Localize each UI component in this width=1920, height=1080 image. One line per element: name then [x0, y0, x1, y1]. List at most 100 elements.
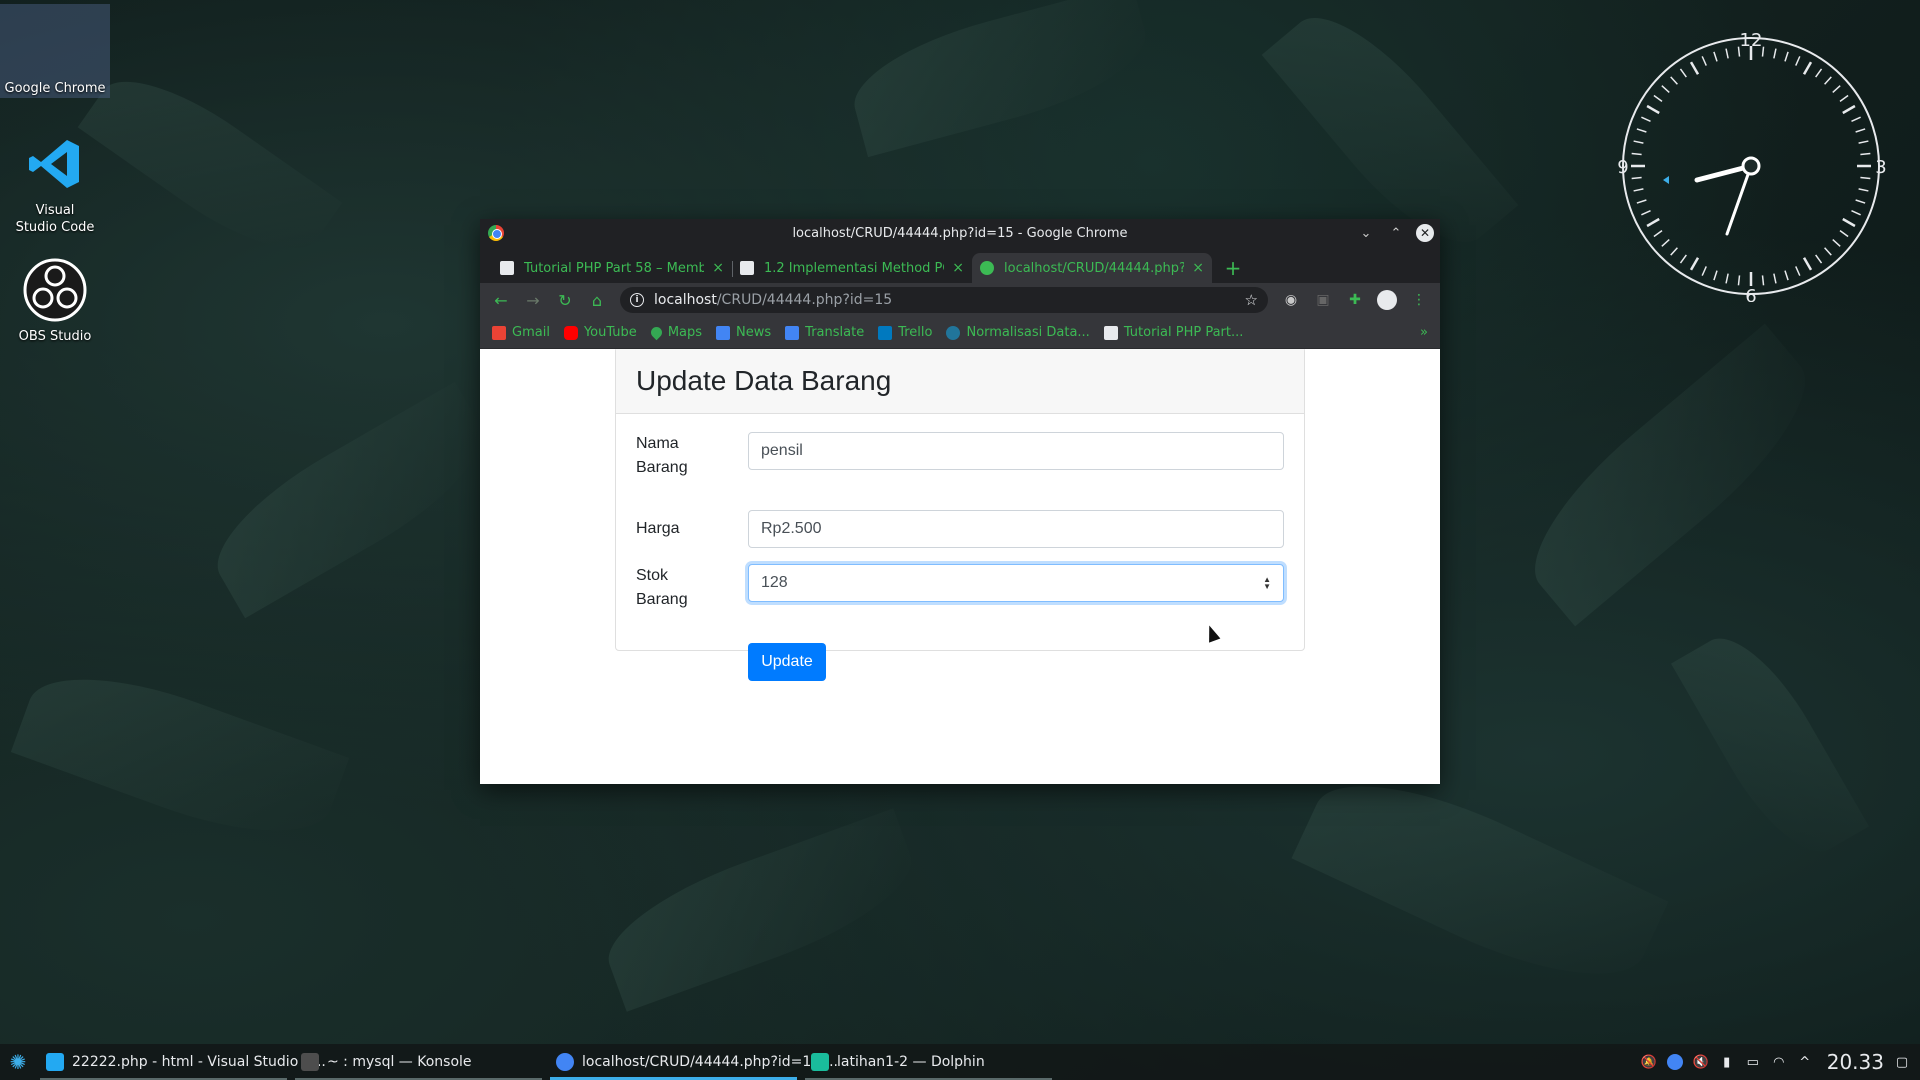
- clock-tick: [1773, 273, 1777, 284]
- translate-extension-icon[interactable]: ▣: [1310, 287, 1336, 313]
- notifications-muted-icon[interactable]: 🔕: [1641, 1054, 1657, 1070]
- bookmark-normalisasi[interactable]: Normalisasi Data...: [946, 325, 1090, 340]
- chrome-tray-icon[interactable]: [1666, 1054, 1683, 1070]
- clock-tick: [1636, 128, 1647, 133]
- clock-tick: [1855, 128, 1866, 133]
- clock-tick: [1824, 76, 1832, 85]
- task-vscode[interactable]: 22222.php - html - Visual Studio C...: [36, 1044, 326, 1080]
- card-title: Update Data Barang: [616, 349, 1304, 414]
- news-icon: [716, 325, 731, 340]
- bookmark-tutorial-php[interactable]: Tutorial PHP Part...: [1103, 325, 1243, 340]
- tab-implementasi-method[interactable]: 1.2 Implementasi Method PC ×: [732, 253, 972, 283]
- desktop-icon-chrome[interactable]: Google Chrome: [0, 4, 110, 98]
- task-chrome[interactable]: localhost/CRUD/44444.php?id=15 ...: [546, 1044, 838, 1080]
- volume-muted-icon[interactable]: 🔇: [1693, 1054, 1709, 1070]
- page-viewport: Update Data Barang Nama Barang pensil Ha…: [480, 349, 1440, 784]
- tab-localhost-crud[interactable]: localhost/CRUD/44444.php?id ×: [972, 253, 1212, 283]
- bookmark-gmail[interactable]: Gmail: [492, 325, 550, 340]
- clock-tick: [1784, 51, 1789, 62]
- taskbar-clock[interactable]: 20.33: [1827, 1050, 1884, 1074]
- clock-tick: [1641, 210, 1651, 216]
- clock-tick: [1784, 270, 1789, 281]
- window-titlebar[interactable]: localhost/CRUD/44444.php?id=15 - Google …: [480, 219, 1440, 247]
- clock-numeral-6: 6: [1745, 286, 1756, 302]
- maps-pin-icon: [648, 324, 665, 341]
- display-icon[interactable]: ▭: [1745, 1054, 1761, 1070]
- folder-icon: [811, 1053, 829, 1071]
- tab-close-icon[interactable]: ×: [952, 260, 964, 276]
- tab-close-icon[interactable]: ×: [712, 260, 724, 276]
- desktop-icon-obs[interactable]: OBS Studio: [0, 258, 110, 345]
- browser-toolbar: ← → ↻ ⌂ i localhost/CRUD/44444.php?id=15…: [480, 283, 1440, 317]
- site-info-icon[interactable]: i: [630, 293, 644, 307]
- nama-barang-input[interactable]: pensil: [748, 432, 1284, 470]
- clock-tick: [1824, 247, 1832, 256]
- bookmarks-overflow-chevron[interactable]: »: [1420, 325, 1428, 340]
- vscode-icon: [46, 1053, 64, 1071]
- stok-barang-label: Stok Barang: [636, 567, 688, 608]
- battery-icon[interactable]: ▮: [1719, 1054, 1735, 1070]
- document-favicon-icon: [740, 261, 754, 275]
- chrome-icon: [23, 10, 87, 74]
- harga-input[interactable]: Rp2.500: [748, 510, 1284, 548]
- window-title: localhost/CRUD/44444.php?id=15 - Google …: [792, 225, 1128, 241]
- bookmark-news[interactable]: News: [716, 325, 771, 340]
- terminal-icon: [301, 1053, 319, 1071]
- reload-icon[interactable]: ↻: [552, 287, 578, 313]
- clock-tick: [1855, 199, 1866, 204]
- wifi-icon[interactable]: ◠: [1771, 1054, 1787, 1070]
- analog-clock-widget: 12 3 6 9: [1615, 30, 1887, 307]
- clock-tick: [1679, 68, 1687, 78]
- bookmark-translate[interactable]: Translate: [785, 325, 864, 340]
- desktop-icon-vscode[interactable]: Visual Studio Code: [0, 132, 110, 236]
- maximize-icon[interactable]: ⌃: [1386, 223, 1406, 243]
- stok-barang-input[interactable]: 128 ▲ ▼: [748, 564, 1284, 602]
- address-path: /CRUD/44444.php?id=15: [716, 292, 893, 308]
- puzzle-extensions-icon[interactable]: ✚: [1342, 287, 1368, 313]
- back-arrow-icon[interactable]: ←: [488, 287, 514, 313]
- clock-tick: [1839, 94, 1849, 102]
- minimize-icon[interactable]: ⌄: [1356, 223, 1376, 243]
- bookmark-star-icon[interactable]: ☆: [1245, 291, 1258, 309]
- bookmark-maps[interactable]: Maps: [648, 324, 702, 341]
- update-form-card: Update Data Barang Nama Barang pensil Ha…: [615, 349, 1305, 681]
- wordpress-favicon-icon: [1103, 325, 1118, 340]
- clock-tick: [1661, 85, 1670, 93]
- taskbar: ✺ 22222.php - html - Visual Studio C... …: [0, 1044, 1920, 1080]
- gmail-icon: [492, 325, 506, 340]
- clock-tick: [1670, 247, 1678, 256]
- globe-extension-icon[interactable]: ◉: [1278, 287, 1304, 313]
- forward-arrow-icon[interactable]: →: [520, 287, 546, 313]
- clock-tick: [1701, 266, 1707, 276]
- address-bar[interactable]: i localhost/CRUD/44444.php?id=15 ☆: [620, 287, 1268, 313]
- task-konsole[interactable]: ~ : mysql — Konsole: [291, 1044, 546, 1080]
- tab-tutorial-php[interactable]: Tutorial PHP Part 58 – Memb ×: [492, 253, 732, 283]
- clock-tick: [1653, 230, 1663, 238]
- clock-tick: [1761, 46, 1765, 57]
- clock-tick: [1802, 257, 1813, 271]
- profile-avatar[interactable]: [1374, 287, 1400, 313]
- show-desktop-icon[interactable]: ▢: [1894, 1054, 1910, 1070]
- nama-barang-label: Nama Barang: [636, 435, 688, 476]
- harga-label: Harga: [636, 520, 680, 537]
- clock-tick: [1860, 152, 1871, 156]
- number-spinner-icon[interactable]: ▲ ▼: [1263, 576, 1271, 591]
- clock-tick: [1641, 116, 1651, 122]
- home-icon[interactable]: ⌂: [584, 287, 610, 313]
- clock-tick: [1795, 266, 1801, 276]
- clock-tick: [1713, 51, 1718, 62]
- bookmark-trello[interactable]: Trello: [878, 325, 932, 340]
- trello-icon: [878, 325, 893, 340]
- menu-kebab-icon[interactable]: ⋮: [1406, 287, 1432, 313]
- close-window-icon[interactable]: ✕: [1416, 224, 1434, 242]
- clock-tick: [1661, 239, 1670, 247]
- tab-close-icon[interactable]: ×: [1192, 260, 1204, 276]
- address-host: localhost: [654, 292, 717, 308]
- bookmark-youtube[interactable]: YouTube: [563, 325, 637, 340]
- new-tab-button[interactable]: +: [1218, 253, 1248, 283]
- application-launcher-icon[interactable]: ✺: [0, 1044, 36, 1080]
- update-button[interactable]: Update: [748, 643, 826, 681]
- clock-tick: [1795, 56, 1801, 66]
- tray-expand-chevron-icon[interactable]: ^: [1797, 1054, 1813, 1070]
- task-dolphin[interactable]: latihan1-2 — Dolphin: [801, 1044, 1056, 1080]
